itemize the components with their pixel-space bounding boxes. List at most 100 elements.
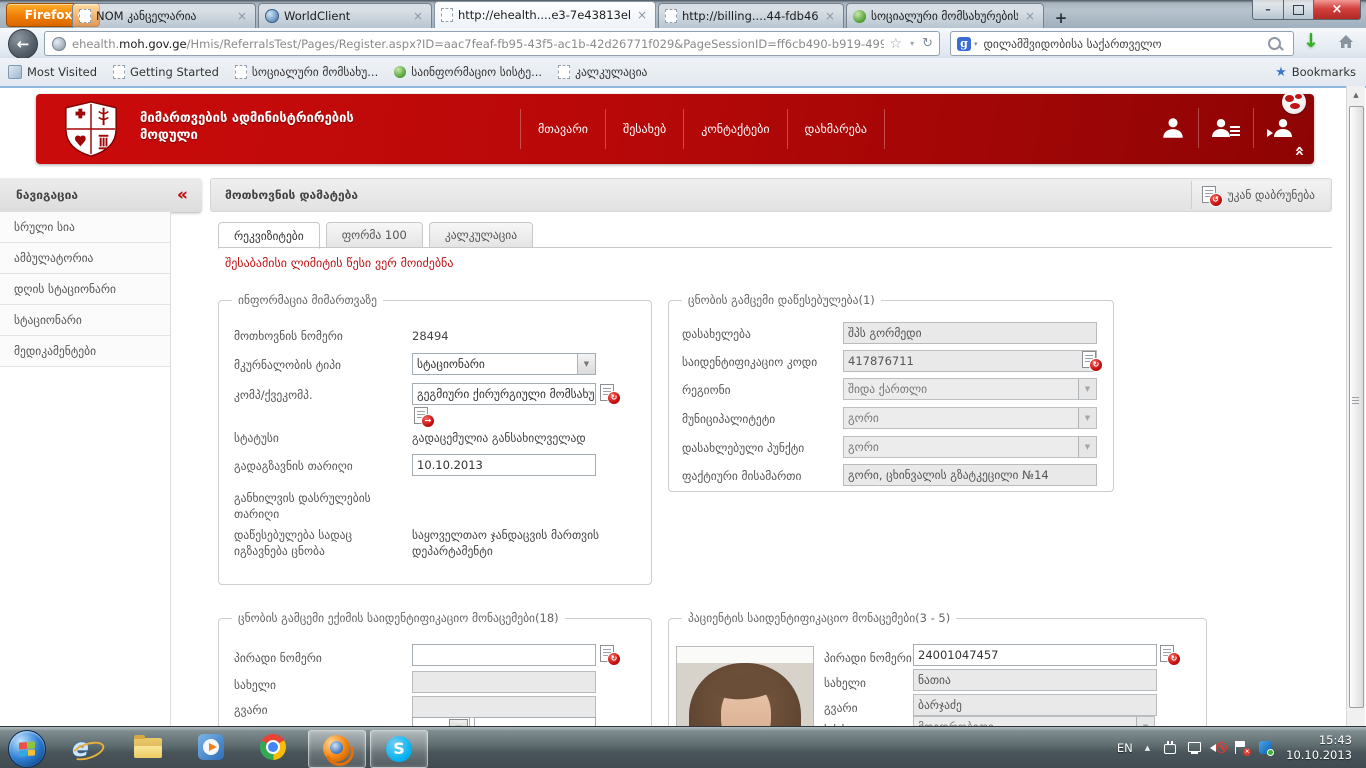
institution-lookup-icon[interactable]: ↻ xyxy=(1082,351,1101,370)
bookmark-label: კალკულაცია xyxy=(575,65,647,79)
browser-tab-billing[interactable]: http://billing....44-fdb46d45c493 × xyxy=(658,3,844,28)
sidebar-item-ambulatory[interactable]: ამბულატორია xyxy=(0,243,170,274)
doctor-lookup-icon[interactable]: ↻ xyxy=(600,645,619,664)
skype-taskbar-button[interactable]: S xyxy=(370,730,428,768)
navigation-toolbar: ← ehealth.moh.gov.ge/Hmis/ReferralsTest/… xyxy=(0,28,1366,59)
search-icon[interactable] xyxy=(1268,37,1281,50)
network-icon[interactable] xyxy=(1186,740,1203,756)
bookmark-most-visited[interactable]: Most Visited xyxy=(0,58,105,86)
component-input[interactable]: გეგმიური ქირურგიული მომსახურე xyxy=(412,383,596,405)
sidebar-item-hospital[interactable]: სტაციონარი xyxy=(0,305,170,336)
maximize-button[interactable] xyxy=(1284,0,1314,20)
start-button[interactable] xyxy=(8,730,46,768)
doctor-personal-number-input[interactable] xyxy=(412,644,596,666)
page-placeholder-icon xyxy=(558,65,570,79)
patient-personal-number-input[interactable]: 24001047457 xyxy=(913,644,1157,666)
globe-icon xyxy=(265,9,279,23)
url-bar[interactable]: ehealth.moh.gov.ge/Hmis/ReferralsTest/Pa… xyxy=(44,31,940,56)
scrollbar-up-icon[interactable]: ▲ xyxy=(1348,88,1364,102)
user-list-button[interactable] xyxy=(1199,108,1254,148)
search-box[interactable]: g ▾ დილამშვიდობისა საქართველო xyxy=(950,31,1294,56)
bookmark-information-system[interactable]: საინფორმაციო სისტე... xyxy=(386,58,550,86)
window-controls: – × xyxy=(1252,0,1361,20)
power-icon[interactable] xyxy=(1162,740,1179,756)
site-header: მიმართვების ადმინისტრირების მოდული მთავა… xyxy=(36,94,1314,164)
minimize-button[interactable]: – xyxy=(1252,0,1284,20)
home-icon[interactable] xyxy=(1338,34,1354,50)
back-button[interactable]: ← xyxy=(8,29,38,59)
language-indicator[interactable]: EN xyxy=(1117,741,1133,755)
sidebar-collapse-icon[interactable]: « xyxy=(177,185,188,205)
user-profile-button[interactable] xyxy=(1148,108,1199,148)
tab-close-icon[interactable]: × xyxy=(1023,9,1037,23)
tab-close-icon[interactable]: × xyxy=(235,9,249,23)
tab-calculation[interactable]: კალკულაცია xyxy=(429,222,533,248)
url-path: /Hmis/ReferralsTest/Pages/Register.aspx?… xyxy=(187,37,884,51)
language-globe-icon[interactable] xyxy=(1282,90,1306,114)
browser-tab-social-service[interactable]: სოციალური მომსახურების საა... × xyxy=(846,3,1044,28)
component-lookup-icon[interactable]: ↻ xyxy=(600,384,619,403)
bookmark-getting-started[interactable]: Getting Started xyxy=(105,58,227,86)
engine-dropdown-icon[interactable]: ▾ xyxy=(974,40,978,48)
tab-title: სოციალური მომსახურების საა... xyxy=(871,9,1018,23)
tab-close-icon[interactable]: × xyxy=(823,9,837,23)
explorer-taskbar-icon[interactable] xyxy=(134,734,162,762)
bookmark-calculation[interactable]: კალკულაცია xyxy=(550,58,655,86)
dropbox-icon[interactable] xyxy=(1258,740,1275,756)
sent-date-input[interactable]: 10.10.2013 xyxy=(412,454,596,476)
page-scrollbar[interactable]: ▲ xyxy=(1346,86,1365,726)
bookmark-social-service[interactable]: სოციალური მომსახუ... xyxy=(227,58,386,86)
url-text: ehealth.moh.gov.ge/Hmis/ReferralsTest/Pa… xyxy=(72,37,884,51)
sidebar-item-medications[interactable]: მედიკამენტები xyxy=(0,336,170,367)
chrome-taskbar-icon[interactable] xyxy=(260,734,288,762)
sent-date-label: გადაგზავნის თარიღი xyxy=(234,458,353,474)
referral-info-legend: ინფორმაცია მიმართვაზე xyxy=(232,293,383,307)
tab-form-100[interactable]: ფორმა 100 xyxy=(326,222,423,248)
page-placeholder-icon xyxy=(79,9,91,23)
browser-tab-ehealth-active[interactable]: http://ehealth....e3-7e43813eb2e6 × xyxy=(434,1,656,28)
bookmarks-icon: ★ xyxy=(1275,65,1287,80)
review-end-date-label: განხილვის დასრულების თარიღი xyxy=(234,490,404,522)
ie-taskbar-icon[interactable]: e xyxy=(72,734,100,762)
settlement-select: გორი ▼ xyxy=(843,436,1097,458)
close-button[interactable]: × xyxy=(1314,0,1361,20)
tray-expand-icon[interactable]: ▲ xyxy=(1145,744,1150,752)
nav-contacts[interactable]: კონტაქტები xyxy=(684,109,787,149)
downloads-icon[interactable]: ↓ xyxy=(1303,30,1319,52)
skype-icon: S xyxy=(386,736,412,762)
taskbar-clock[interactable]: 15:43 10.10.2013 xyxy=(1286,733,1352,763)
bookmark-star-icon[interactable]: ☆ xyxy=(890,36,903,52)
site-identity-globe-icon[interactable] xyxy=(52,37,66,51)
issuer-institution-legend: ცნობის გამცემი დაწესებულება(1) xyxy=(682,293,881,307)
collapse-header-icon[interactable]: « xyxy=(1290,146,1310,155)
browser-tab-nom[interactable]: NOM კანცელარია × xyxy=(72,3,256,28)
user-list-icon xyxy=(1211,115,1241,141)
reload-icon[interactable]: ↻ xyxy=(922,36,933,51)
browser-tab-worldclient[interactable]: WorldClient × xyxy=(258,3,432,28)
tab-close-icon[interactable]: × xyxy=(635,8,649,22)
firefox-taskbar-button[interactable] xyxy=(308,730,366,768)
go-back-button[interactable]: ↺ უკან დაბრუნება xyxy=(1191,181,1329,209)
new-tab-button[interactable]: + xyxy=(1049,8,1073,28)
volume-muted-icon[interactable] xyxy=(1210,740,1227,756)
scrollbar-thumb[interactable] xyxy=(1349,106,1364,708)
sidebar-item-day-hospital[interactable]: დღის სტაციონარი xyxy=(0,274,170,305)
nav-home[interactable]: მთავარი xyxy=(520,109,606,149)
component-go-icon[interactable]: → xyxy=(414,407,433,426)
page-placeholder-icon xyxy=(113,65,125,79)
nav-about[interactable]: შესახებ xyxy=(606,109,684,149)
patient-lookup-icon[interactable]: ↻ xyxy=(1160,645,1179,664)
chevron-down-icon[interactable]: ▼ xyxy=(577,354,595,374)
bookmarks-menu-button[interactable]: ★ Bookmarks xyxy=(1275,65,1366,80)
nav-help[interactable]: დახმარება xyxy=(788,109,886,149)
google-engine-icon[interactable]: g xyxy=(957,37,971,51)
wmp-taskbar-icon[interactable] xyxy=(198,734,226,762)
sidebar-item-full-list[interactable]: სრული სია xyxy=(0,212,170,243)
tab-requisites[interactable]: რეკვიზიტები xyxy=(218,222,320,249)
treatment-type-select[interactable]: სტაციონარი ▼ xyxy=(412,353,596,375)
windows-flag-icon xyxy=(19,741,35,756)
url-dropdown-icon[interactable]: ▾ xyxy=(910,39,914,48)
tab-close-icon[interactable]: × xyxy=(411,9,425,23)
action-center-flag-icon[interactable]: × xyxy=(1234,740,1251,756)
logout-button[interactable] xyxy=(1254,108,1308,148)
